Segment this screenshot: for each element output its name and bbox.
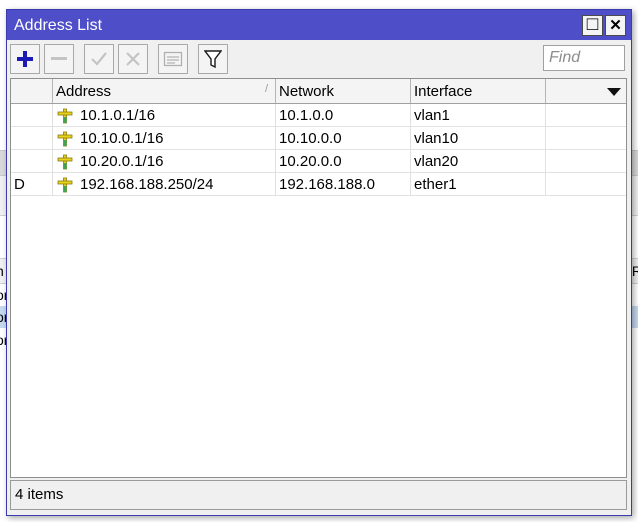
table-row[interactable]: 10.10.0.1/16 10.10.0.0 vlan10 (11, 127, 626, 150)
interface-cell: ether1 (411, 173, 546, 195)
toolbar (7, 42, 631, 78)
address-cell: 10.1.0.1/16 (53, 104, 276, 126)
address-table: Address / Network Interface 10.1.0.1/16 … (10, 78, 627, 478)
filter-button[interactable] (198, 44, 228, 74)
find-input[interactable] (543, 45, 625, 71)
comment-button[interactable] (158, 44, 188, 74)
table-row[interactable]: 10.1.0.1/16 10.1.0.0 vlan1 (11, 104, 626, 127)
close-icon: ✕ (609, 17, 622, 34)
network-cell: 10.20.0.0 (276, 150, 411, 172)
column-header-address[interactable]: Address / (53, 79, 276, 103)
table-row[interactable]: 10.20.0.1/16 10.20.0.0 vlan20 (11, 150, 626, 173)
checkmark-icon (91, 52, 107, 66)
column-header-flags[interactable] (11, 79, 53, 103)
address-plus-icon (57, 108, 73, 124)
address-plus-icon (57, 177, 73, 193)
interface-cell: vlan10 (411, 127, 546, 149)
table-row[interactable]: D 192.168.188.250/24 192.168.188.0 ether… (11, 173, 626, 196)
maximize-icon: □ (586, 14, 599, 35)
close-button[interactable]: ✕ (605, 15, 626, 36)
background-header-fragment-right: R (631, 263, 638, 279)
maximize-button[interactable]: □ (582, 15, 603, 36)
address-plus-icon (57, 154, 73, 170)
network-cell: 10.10.0.0 (276, 127, 411, 149)
flag-cell (11, 150, 53, 172)
add-button[interactable] (10, 44, 40, 74)
address-cell: 192.168.188.250/24 (53, 173, 276, 195)
remove-button[interactable] (44, 44, 74, 74)
status-bar: 4 items (10, 480, 627, 510)
flag-cell (11, 127, 53, 149)
column-header-network[interactable]: Network (276, 79, 411, 103)
column-menu-dropdown-icon[interactable] (607, 88, 621, 96)
item-count: 4 items (15, 486, 64, 503)
table-header: Address / Network Interface (11, 79, 626, 104)
column-header-interface[interactable]: Interface (411, 79, 546, 103)
window-title: Address List (14, 17, 103, 34)
comment-icon (163, 51, 183, 67)
address-list-window: Address List □ ✕ Find Address / Network … (6, 9, 632, 516)
interface-cell: vlan20 (411, 150, 546, 172)
column-header-address-label: Address (56, 83, 112, 100)
address-cell: 10.10.0.1/16 (53, 127, 276, 149)
address-cell: 10.20.0.1/16 (53, 150, 276, 172)
minus-icon (51, 57, 67, 60)
address-text: 10.1.0.1/16 (80, 107, 156, 124)
address-text: 10.10.0.1/16 (80, 130, 164, 147)
enable-button[interactable] (84, 44, 114, 74)
interface-cell: vlan1 (411, 104, 546, 126)
background-header-fragment: n (0, 263, 4, 279)
flag-cell: D (11, 173, 53, 195)
title-bar[interactable]: Address List □ ✕ (7, 10, 631, 40)
disable-button[interactable] (118, 44, 148, 74)
sort-indicator-icon: / (264, 83, 268, 95)
flag-cell (11, 104, 53, 126)
filter-icon (204, 50, 222, 69)
address-plus-icon (57, 131, 73, 147)
x-icon (126, 52, 140, 66)
network-cell: 10.1.0.0 (276, 104, 411, 126)
address-text: 10.20.0.1/16 (80, 153, 164, 170)
network-cell: 192.168.188.0 (276, 173, 411, 195)
address-text: 192.168.188.250/24 (80, 176, 214, 193)
plus-icon (17, 51, 33, 67)
